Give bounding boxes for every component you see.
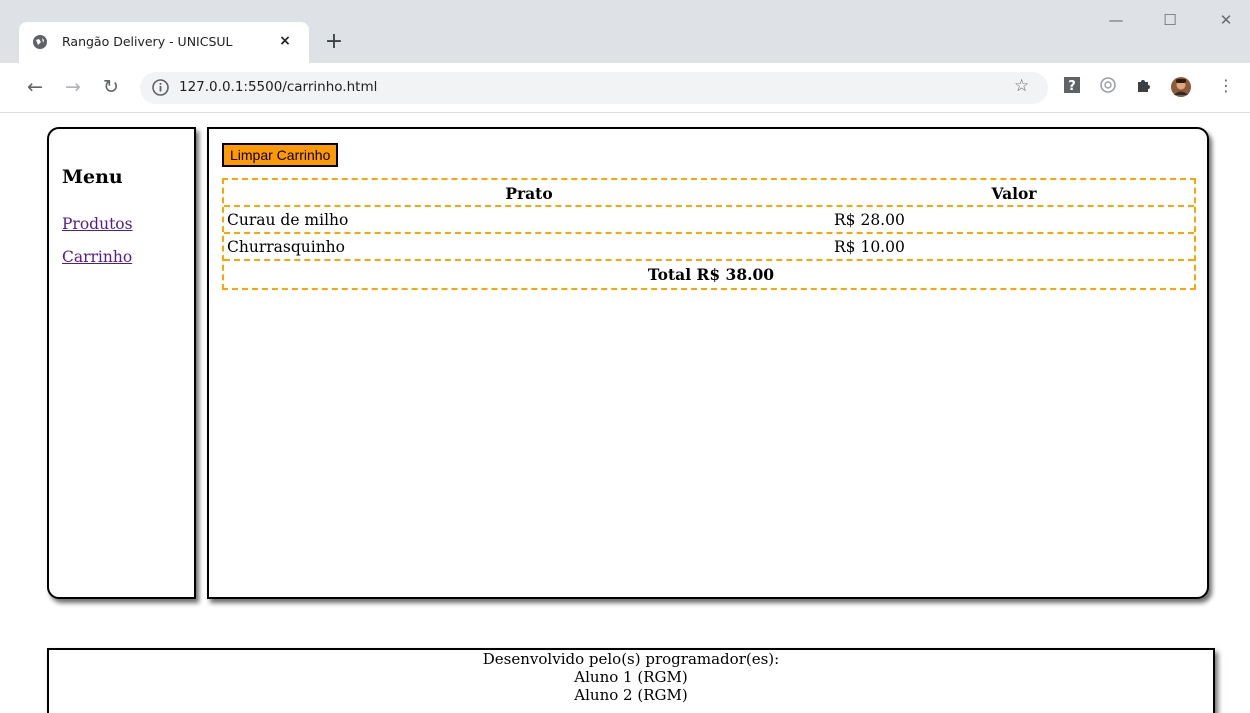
menu-link-produtos[interactable]: Produtos — [62, 215, 133, 233]
table-total-row: Total R$ 38.00 — [224, 261, 1194, 288]
cart-panel: Limpar Carrinho Prato Valor Curau de mil… — [207, 127, 1209, 599]
forward-arrow-icon[interactable]: → — [60, 74, 86, 100]
tab-close-icon[interactable]: × — [275, 31, 295, 51]
tab-title: Rangão Delivery - UNICSUL — [62, 34, 233, 49]
copilot-extension-icon[interactable] — [1098, 76, 1118, 96]
dish-value: R$ 28.00 — [834, 211, 905, 229]
globe-icon — [33, 35, 47, 49]
browser-toolbar: ← → ↻ 127.0.0.1:5500/carrinho.html ☆ ? ⋮ — [0, 63, 1250, 113]
puzzle-extensions-icon[interactable] — [1134, 76, 1154, 96]
table-header-row: Prato Valor — [224, 180, 1194, 207]
address-bar[interactable]: 127.0.0.1:5500/carrinho.html ☆ — [140, 72, 1048, 104]
svg-text:?: ? — [1068, 79, 1076, 94]
menu-link-carrinho[interactable]: Carrinho — [62, 248, 132, 266]
window-close-icon[interactable]: ✕ — [1216, 10, 1236, 30]
clear-cart-button[interactable]: Limpar Carrinho — [222, 143, 339, 167]
footer-student-1: Aluno 1 (RGM) — [574, 668, 688, 686]
cart-total: Total R$ 38.00 — [647, 265, 775, 284]
browser-tab[interactable]: Rangão Delivery - UNICSUL × — [19, 22, 309, 64]
new-tab-button[interactable]: + — [320, 28, 348, 56]
minimize-icon[interactable]: — — [1106, 10, 1126, 30]
maximize-icon[interactable]: ☐ — [1160, 10, 1180, 30]
table-row: Curau de milho R$ 28.00 — [224, 207, 1194, 234]
bookmark-star-icon[interactable]: ☆ — [1014, 76, 1029, 96]
url-text: 127.0.0.1:5500/carrinho.html — [179, 79, 378, 95]
footer-student-2: Aluno 2 (RGM) — [574, 686, 688, 704]
profile-avatar-icon[interactable] — [1170, 76, 1191, 97]
dish-value: R$ 10.00 — [834, 238, 905, 256]
cart-table: Prato Valor Curau de milho R$ 28.00 Chur… — [222, 178, 1196, 290]
tab-strip: Rangão Delivery - UNICSUL × + — ☐ ✕ — [0, 0, 1250, 64]
header-valor: Valor — [991, 184, 1037, 203]
table-row: Churrasquinho R$ 10.00 — [224, 234, 1194, 261]
reload-icon[interactable]: ↻ — [98, 74, 124, 100]
dish-name: Churrasquinho — [227, 238, 345, 256]
help-extension-icon[interactable]: ? — [1062, 76, 1082, 96]
footer-credit-heading: Desenvolvido pelo(s) programador(es): — [482, 650, 780, 668]
info-icon — [152, 79, 169, 96]
header-prato: Prato — [505, 184, 553, 203]
footer: Desenvolvido pelo(s) programador(es): Al… — [47, 648, 1215, 713]
back-arrow-icon[interactable]: ← — [22, 74, 48, 100]
sidebar-menu: Menu Produtos Carrinho — [47, 127, 196, 599]
dish-name: Curau de milho — [227, 211, 349, 229]
kebab-menu-icon[interactable]: ⋮ — [1216, 76, 1236, 96]
menu-heading: Menu — [62, 166, 123, 188]
